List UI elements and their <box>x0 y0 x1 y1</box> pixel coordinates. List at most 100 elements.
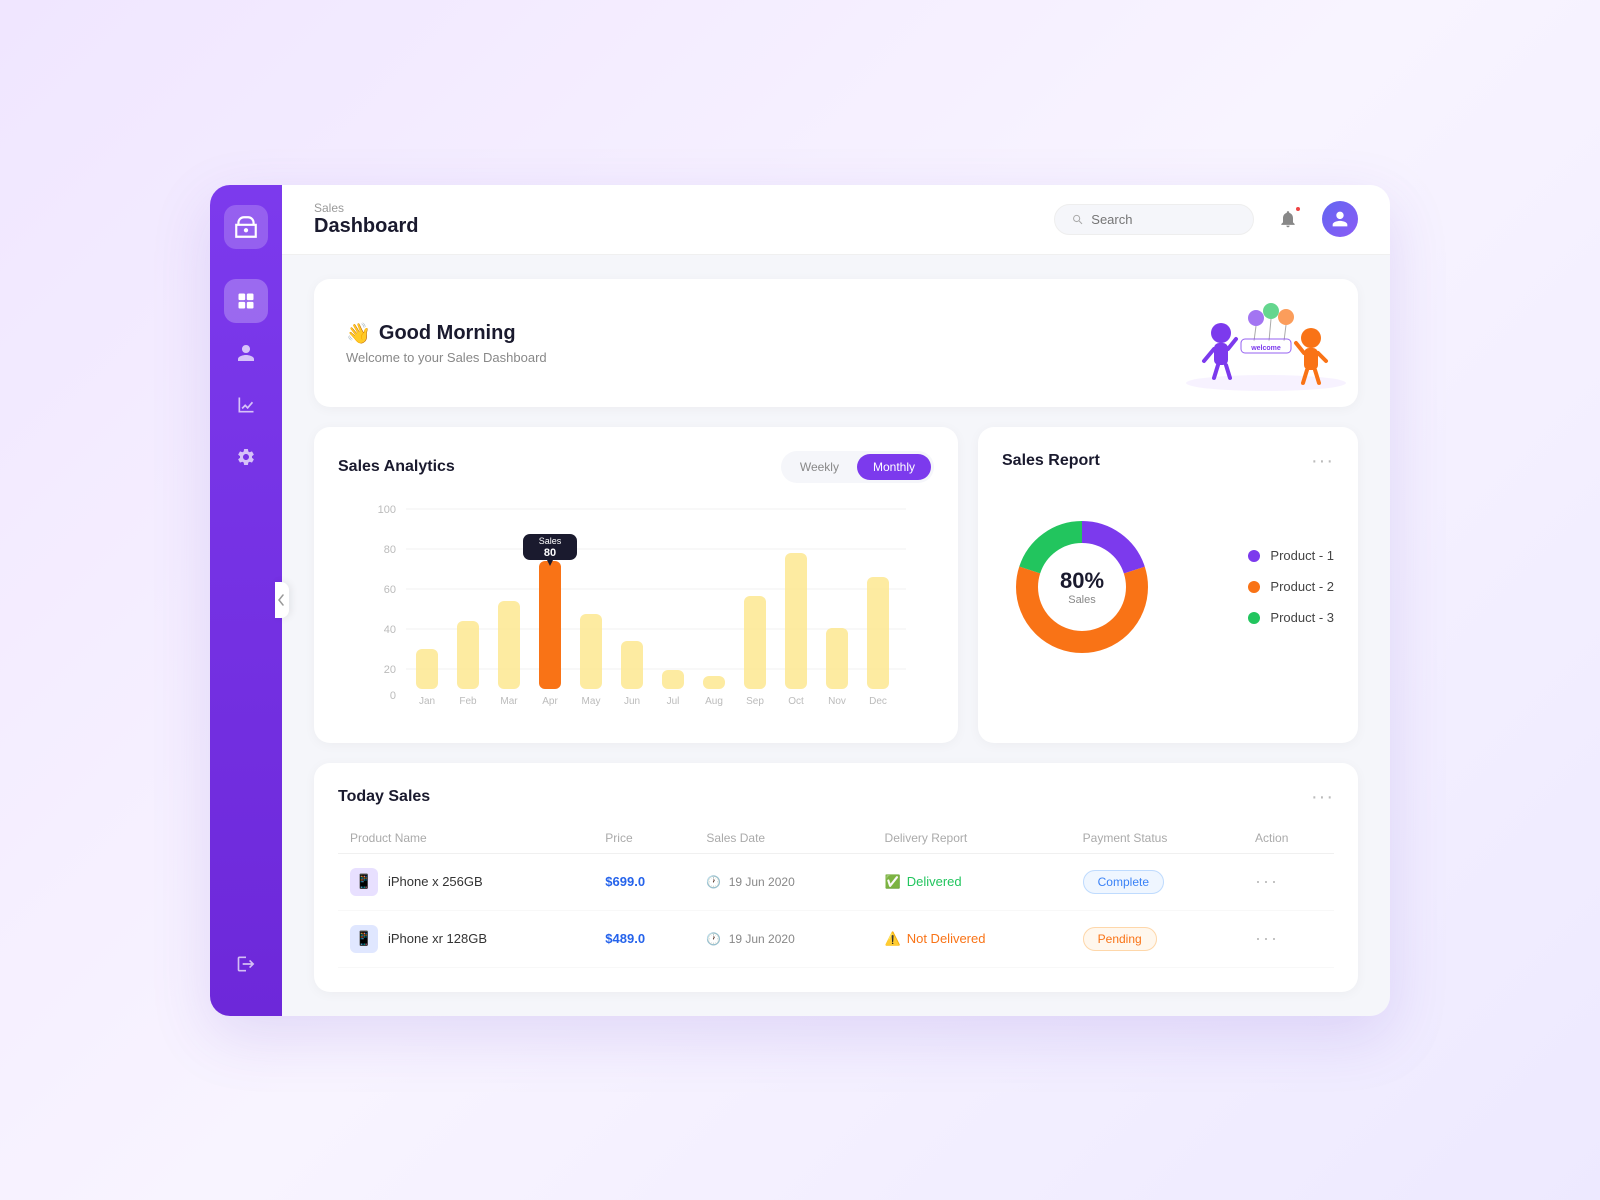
sidebar-bottom <box>224 942 268 986</box>
sidebar-item-users[interactable] <box>224 331 268 375</box>
sidebar-item-dashboard[interactable] <box>224 279 268 323</box>
today-sales-more-btn[interactable]: ··· <box>1311 787 1334 807</box>
users-icon <box>236 343 256 363</box>
welcome-text-group: 👋 Good Morning Welcome to your Sales Das… <box>346 321 547 365</box>
donut-percent: 80% <box>1060 568 1104 594</box>
sidebar-item-analytics[interactable] <box>224 383 268 427</box>
legend-dot-product1 <box>1248 550 1260 562</box>
action-cell[interactable]: ··· <box>1243 910 1334 967</box>
sidebar-nav <box>224 279 268 932</box>
donut-area: 80% Sales Product - 1 Product - <box>1002 487 1334 687</box>
analytics-card-header: Sales Analytics Weekly Monthly <box>338 451 934 483</box>
donut-legend: Product - 1 Product - 2 Product - 3 <box>1248 548 1334 625</box>
logout-icon <box>236 954 256 974</box>
bar-chart-svg: 100 80 60 40 20 0 Jan <box>338 499 934 719</box>
product-icon: 📱 <box>350 868 378 896</box>
avatar-icon <box>1329 208 1351 230</box>
header-title-group: Sales Dashboard <box>314 201 418 238</box>
legend-dot-product2 <box>1248 581 1260 593</box>
warning-icon: ⚠️ <box>885 931 901 947</box>
product-cell: 📱 iPhone x 256GB <box>350 868 581 896</box>
product-icon: 📱 <box>350 925 378 953</box>
toggle-weekly[interactable]: Weekly <box>784 454 855 480</box>
delivery-cell: ⚠️ Not Delivered <box>873 910 1071 967</box>
action-cell[interactable]: ··· <box>1243 853 1334 910</box>
report-more-btn[interactable]: ··· <box>1311 451 1334 471</box>
col-price: Price <box>593 823 694 854</box>
svg-text:80: 80 <box>544 547 556 559</box>
toggle-group: Weekly Monthly <box>781 451 934 483</box>
svg-text:Apr: Apr <box>542 696 558 707</box>
bar-chart-area: 100 80 60 40 20 0 Jan <box>338 499 934 719</box>
svg-text:Mar: Mar <box>500 696 518 707</box>
svg-text:welcome: welcome <box>1250 345 1281 352</box>
report-title: Sales Report <box>1002 452 1100 470</box>
col-sales-date: Sales Date <box>694 823 872 854</box>
col-delivery: Delivery Report <box>873 823 1071 854</box>
table-row: 📱 iPhone x 256GB $699.0 🕐 19 Jun 2020 <box>338 853 1334 910</box>
action-dots-btn[interactable]: ··· <box>1255 871 1279 891</box>
sidebar-item-settings[interactable] <box>224 435 268 479</box>
header-right <box>1054 201 1358 237</box>
delivery-cell: ✅ Delivered <box>873 853 1071 910</box>
svg-text:Sales: Sales <box>539 536 562 546</box>
report-card: Sales Report ··· <box>978 427 1358 743</box>
clock-icon: 🕐 <box>706 932 721 946</box>
header: Sales Dashboard <box>282 185 1390 255</box>
welcome-greeting: 👋 Good Morning <box>346 321 547 346</box>
svg-text:80: 80 <box>384 544 396 556</box>
date-value: 🕐 19 Jun 2020 <box>706 932 794 946</box>
svg-text:Oct: Oct <box>788 696 804 707</box>
search-box[interactable] <box>1054 204 1254 235</box>
delivered-check-icon: ✅ <box>885 874 901 890</box>
donut-svg-wrap: 80% Sales <box>1002 507 1162 667</box>
svg-text:Jul: Jul <box>667 696 680 707</box>
legend-product1: Product - 1 <box>1248 548 1334 563</box>
today-sales-header: Today Sales ··· <box>338 787 1334 807</box>
svg-text:0: 0 <box>390 690 396 702</box>
svg-text:Sep: Sep <box>746 696 764 707</box>
notification-btn[interactable] <box>1270 201 1306 237</box>
price-cell: $489.0 <box>593 910 694 967</box>
sidebar-logo[interactable] <box>224 205 268 249</box>
sidebar <box>210 185 282 1016</box>
svg-text:May: May <box>582 696 601 707</box>
welcome-illustration: welcome <box>1166 303 1326 383</box>
welcome-subtext: Welcome to your Sales Dashboard <box>346 350 547 365</box>
search-icon <box>1071 212 1083 226</box>
dashboard-icon <box>236 291 256 311</box>
settings-icon <box>236 447 256 467</box>
svg-text:60: 60 <box>384 584 396 596</box>
svg-text:Dec: Dec <box>869 696 887 707</box>
greeting-emoji: 👋 <box>346 321 371 346</box>
sales-table: Product Name Price Sales Date Delivery R… <box>338 823 1334 968</box>
status-cell: Pending <box>1071 910 1243 967</box>
status-badge-pending: Pending <box>1083 927 1157 951</box>
sales-table-head: Product Name Price Sales Date Delivery R… <box>338 823 1334 854</box>
action-dots-btn[interactable]: ··· <box>1255 928 1279 948</box>
status-badge-complete: Complete <box>1083 870 1164 894</box>
clock-icon: 🕐 <box>706 875 721 889</box>
sales-table-body: 📱 iPhone x 256GB $699.0 🕐 19 Jun 2020 <box>338 853 1334 967</box>
search-input[interactable] <box>1091 212 1237 227</box>
logo-icon <box>233 214 259 240</box>
svg-text:Nov: Nov <box>828 696 846 707</box>
sidebar-item-logout[interactable] <box>224 942 268 986</box>
svg-text:Jun: Jun <box>624 696 640 707</box>
date-cell: 🕐 19 Jun 2020 <box>694 910 872 967</box>
header-subtitle: Sales <box>314 201 418 215</box>
toggle-monthly[interactable]: Monthly <box>857 454 931 480</box>
sales-table-header-row: Product Name Price Sales Date Delivery R… <box>338 823 1334 854</box>
sidebar-collapse-btn[interactable] <box>275 582 289 618</box>
product-name-cell: 📱 iPhone x 256GB <box>338 853 593 910</box>
today-sales-card: Today Sales ··· Product Name Price Sales… <box>314 763 1358 992</box>
table-row: 📱 iPhone xr 128GB $489.0 🕐 19 Jun 2020 <box>338 910 1334 967</box>
svg-text:40: 40 <box>384 624 396 636</box>
delivered-value: ✅ Delivered <box>885 874 1059 890</box>
avatar[interactable] <box>1322 201 1358 237</box>
welcome-banner: 👋 Good Morning Welcome to your Sales Das… <box>314 279 1358 407</box>
date-value: 🕐 19 Jun 2020 <box>706 875 794 889</box>
svg-text:Aug: Aug <box>705 696 723 707</box>
svg-text:100: 100 <box>378 504 396 516</box>
status-cell: Complete <box>1071 853 1243 910</box>
